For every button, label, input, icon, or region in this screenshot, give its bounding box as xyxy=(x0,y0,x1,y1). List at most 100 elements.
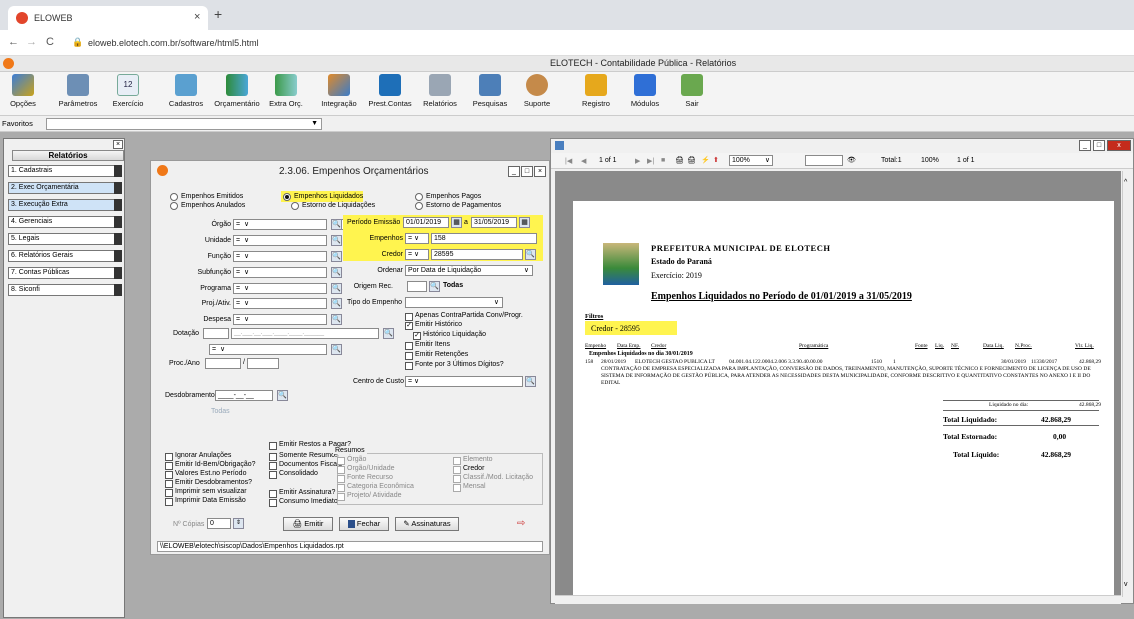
check-data-emissao[interactable] xyxy=(165,498,173,506)
horizontal-scrollbar[interactable] xyxy=(555,595,1121,604)
orgao-op[interactable]: = ∨ xyxy=(233,219,327,230)
radio-pagos[interactable] xyxy=(415,193,423,201)
toolbar-extra-orc[interactable]: Extra Orç. xyxy=(266,74,306,108)
check-valores-est[interactable] xyxy=(165,471,173,479)
check-fonte-3-digitos[interactable] xyxy=(405,362,413,370)
search-icon[interactable]: 🔍 xyxy=(277,390,288,401)
last-page-icon[interactable]: ▶| xyxy=(647,157,654,165)
check-id-bem[interactable] xyxy=(165,462,173,470)
funcao-op[interactable]: = ∨ xyxy=(233,251,327,262)
search-icon[interactable]: 🔍 xyxy=(525,376,536,387)
check-emitir-retencoes[interactable] xyxy=(405,352,413,360)
panel-item-cadastrais[interactable]: 1. Cadastrais xyxy=(8,165,122,177)
programa-op[interactable]: = ∨ xyxy=(233,283,327,294)
check-restos-pagar[interactable] xyxy=(269,442,277,450)
search-icon[interactable]: 🔍 xyxy=(331,283,342,294)
export-icon[interactable]: ⇨ xyxy=(517,518,525,529)
period-to-input[interactable]: 31/05/2019 xyxy=(471,217,517,228)
resumo-elemento[interactable] xyxy=(453,457,461,465)
toolbar-prest-contas[interactable]: Prest.Contas xyxy=(366,74,414,108)
toolbar-parametros[interactable]: Parâmetros xyxy=(52,74,104,108)
check-emitir-itens[interactable] xyxy=(405,342,413,350)
desdobramento-input[interactable]: ____-__-__ xyxy=(215,390,273,401)
credor-input[interactable]: 28595 xyxy=(431,249,523,260)
dotacao-code[interactable] xyxy=(203,328,229,339)
check-emitir-historico[interactable]: ✓ xyxy=(405,322,413,330)
check-historico-liquidacao[interactable]: ✓ xyxy=(413,332,421,340)
maximize-button[interactable]: □ xyxy=(521,166,533,177)
toolbar-registro[interactable]: Registro xyxy=(576,74,616,108)
toolbar-suporte[interactable]: Suporte xyxy=(516,74,558,108)
panel-item-siconfi[interactable]: 8. Siconfi xyxy=(8,284,122,296)
lightning-icon[interactable]: ⚡ xyxy=(701,156,710,164)
print-icon[interactable]: 🖨 xyxy=(675,156,684,164)
maximize-button[interactable]: □ xyxy=(1093,140,1105,151)
panel-item-legais[interactable]: 5. Legais xyxy=(8,233,122,245)
first-page-icon[interactable]: |◀ xyxy=(565,157,572,165)
panel-item-execucao-extra[interactable]: 3. Execução Extra xyxy=(8,199,122,211)
check-desdobramentos[interactable] xyxy=(165,480,173,488)
search-icon[interactable]: 🔍 xyxy=(331,344,342,355)
vertical-scrollbar[interactable]: ^ v xyxy=(1122,171,1132,597)
panel-item-gerenciais[interactable]: 4. Gerenciais xyxy=(8,216,122,228)
resumo-orgao-unidade[interactable] xyxy=(337,466,345,474)
resumo-classif[interactable] xyxy=(453,475,461,483)
panel-item-contas-publicas[interactable]: 7. Contas Públicas xyxy=(8,267,122,279)
scroll-up-icon[interactable]: ^ xyxy=(1124,179,1127,186)
origem-input[interactable] xyxy=(407,281,427,292)
toolbar-modulos[interactable]: Módulos xyxy=(626,74,664,108)
minimize-button[interactable]: _ xyxy=(1079,140,1091,151)
tipo-empenho-select[interactable]: ∨ xyxy=(405,297,503,308)
unidade-op[interactable]: = ∨ xyxy=(233,235,327,246)
toolbar-relatorios[interactable]: Relatórios xyxy=(420,74,460,108)
emitir-button[interactable]: 🖨 Emitir xyxy=(283,517,333,531)
ano-input[interactable] xyxy=(247,358,279,369)
check-sem-visualizar[interactable] xyxy=(165,489,173,497)
printer-setup-icon[interactable]: 🖨 xyxy=(687,156,696,164)
search-icon[interactable]: 🔍 xyxy=(331,298,342,309)
scroll-down-icon[interactable]: v xyxy=(1124,581,1128,588)
export-icon[interactable]: ⬆ xyxy=(713,156,719,164)
resumo-credor[interactable] xyxy=(453,466,461,474)
search-icon[interactable]: 🔍 xyxy=(331,251,342,262)
radio-estorno-pagamentos[interactable] xyxy=(415,202,423,210)
resumo-projeto[interactable] xyxy=(337,493,345,501)
zoom-select[interactable]: 100% ∨ xyxy=(729,155,773,166)
forward-icon[interactable]: → xyxy=(26,36,37,48)
spinner-icon[interactable]: ⇕ xyxy=(233,518,244,529)
despesa-op[interactable]: = ∨ xyxy=(233,314,327,325)
search-icon[interactable]: 🔍 xyxy=(331,314,342,325)
binoculars-icon[interactable]: 👁 xyxy=(847,156,856,164)
subfuncao-op[interactable]: = ∨ xyxy=(233,267,327,278)
panel-item-relatorios-gerais[interactable]: 6. Relatórios Gerais xyxy=(8,250,122,262)
assinaturas-button[interactable]: ✎ Assinaturas xyxy=(395,517,459,531)
radio-estorno-liquidacoes[interactable] xyxy=(291,202,299,210)
reload-icon[interactable]: C xyxy=(46,36,54,48)
copias-input[interactable]: 0 xyxy=(207,518,231,529)
toolbar-sair[interactable]: Sair xyxy=(676,74,708,108)
centro-custo-op[interactable]: = ∨ xyxy=(405,376,523,387)
toolbar-pesquisas[interactable]: Pesquisas xyxy=(470,74,510,108)
proc-input[interactable] xyxy=(205,358,241,369)
check-documentos-fiscais[interactable] xyxy=(269,462,277,470)
check-somente-resumos[interactable] xyxy=(269,453,277,461)
minimize-button[interactable]: _ xyxy=(508,166,520,177)
toolbar-exercicio[interactable]: 12 Exercício xyxy=(112,74,144,108)
new-tab-button[interactable]: + xyxy=(214,6,222,22)
resumo-categoria[interactable] xyxy=(337,484,345,492)
close-button[interactable]: × xyxy=(534,166,546,177)
stop-icon[interactable]: ■ xyxy=(661,157,665,164)
favorites-select[interactable]: ▼ xyxy=(46,118,322,130)
check-emitir-assinatura[interactable] xyxy=(269,490,277,498)
radio-liquidados[interactable] xyxy=(283,193,291,201)
radio-emitidos[interactable] xyxy=(170,193,178,201)
url-field[interactable]: eloweb.elotech.com.br/software/html5.htm… xyxy=(88,38,259,48)
prev-page-icon[interactable]: ◀ xyxy=(581,157,586,165)
search-icon[interactable]: 🔍 xyxy=(331,235,342,246)
search-icon[interactable]: 🔍 xyxy=(331,267,342,278)
credor-op[interactable]: = ∨ xyxy=(405,249,429,260)
check-consumo-imediato[interactable] xyxy=(269,499,277,507)
search-icon[interactable]: 🔍 xyxy=(525,249,536,260)
close-panel-icon[interactable]: × xyxy=(113,140,123,149)
dotacao-mask[interactable]: __.___.__.___.____.____.______ xyxy=(231,328,379,339)
